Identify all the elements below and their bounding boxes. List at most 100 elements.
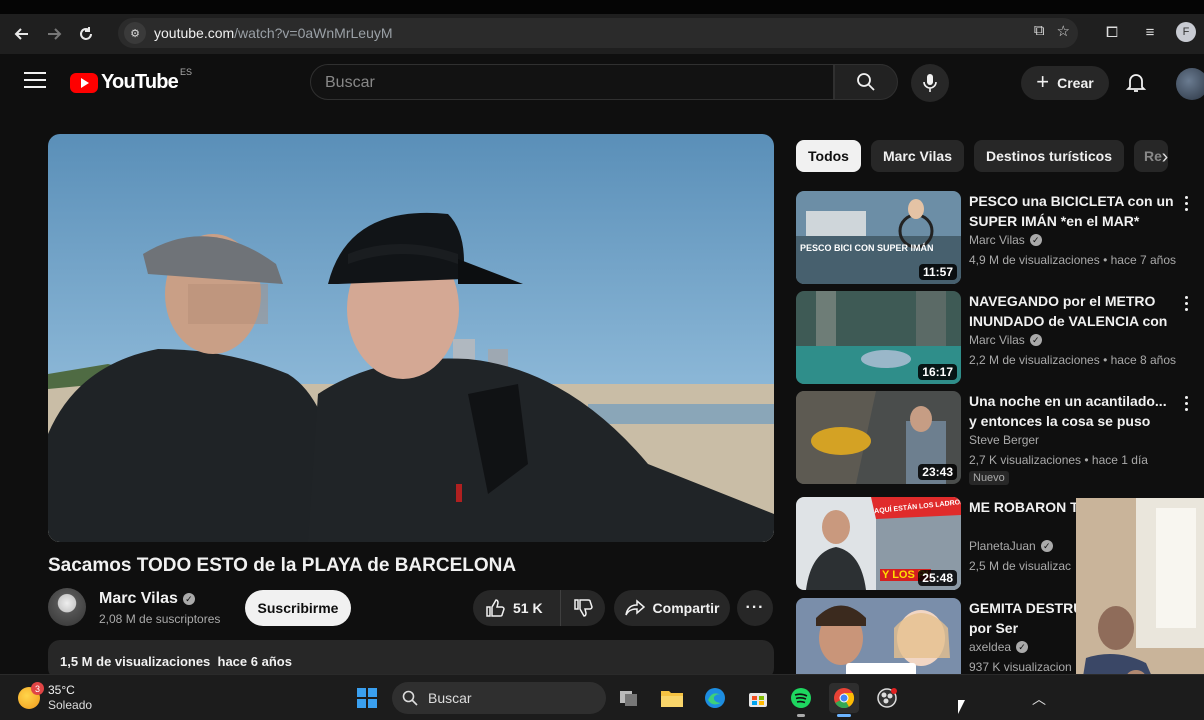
site-settings-icon[interactable]: ⚙	[124, 22, 146, 44]
rec-channel[interactable]: Marc Vilas ✓	[969, 233, 1042, 247]
url-path: /watch?v=0aWnMrLeuyM	[234, 25, 393, 41]
verified-check-icon: ✓	[1040, 540, 1053, 552]
weather-condition: Soleado	[48, 698, 93, 712]
browser-profile-avatar[interactable]: F	[1176, 22, 1196, 42]
task-view-icon[interactable]	[614, 683, 644, 713]
like-button[interactable]: 51 K	[473, 590, 561, 626]
create-label: Crear	[1057, 75, 1094, 91]
rec-channel-name: PlanetaJuan	[969, 539, 1036, 553]
forward-icon[interactable]	[38, 18, 70, 50]
channel-avatar[interactable]	[48, 588, 86, 626]
voice-search-button[interactable]	[911, 64, 949, 102]
search-icon	[857, 73, 875, 91]
video-thumbnail[interactable]: PESCO BICI CON SUPER IMÁN 11:57	[796, 191, 961, 284]
video-frame	[48, 134, 774, 542]
youtube-logo[interactable]: YouTube ES	[70, 67, 192, 94]
chevron-up-icon[interactable]: ︿	[1032, 689, 1046, 709]
taskbar-search-label: Buscar	[428, 690, 472, 706]
address-bar[interactable]: ⚙ youtube.com/watch?v=0aWnMrLeuyM ⧉ ☆	[118, 18, 1078, 48]
dislike-button[interactable]	[561, 590, 605, 626]
youtube-wordmark: YouTube	[101, 71, 179, 93]
cast-icon[interactable]: ⧉	[1034, 22, 1045, 40]
rec-title[interactable]: Una noche en un acantilado... y entonces…	[969, 391, 1175, 431]
url-text[interactable]: youtube.com/watch?v=0aWnMrLeuyM	[154, 25, 393, 41]
rec-meta: 2,5 M de visualizac	[969, 559, 1072, 573]
extensions-icon[interactable]: ⧠	[1100, 20, 1124, 44]
search-icon	[402, 690, 418, 706]
filter-chips: Todos Marc Vilas Destinos turísticos Re	[796, 140, 1169, 172]
rec-title[interactable]: NAVEGANDO por el METRO INUNDADO de VALEN…	[969, 291, 1175, 331]
back-icon[interactable]	[6, 18, 38, 50]
microsoft-store-icon[interactable]	[743, 683, 773, 713]
url-host: youtube.com	[154, 25, 235, 41]
chip-todos[interactable]: Todos	[796, 140, 861, 172]
kebab-menu-icon[interactable]	[1178, 393, 1194, 413]
rec-title[interactable]: PESCO una BICICLETA con un SUPER IMÁN *e…	[969, 191, 1175, 231]
menu-icon[interactable]	[24, 72, 46, 90]
video-thumbnail[interactable]: AQUÍ ESTÁN LOS LADRONES Y LOS P! 25:48	[796, 497, 961, 590]
create-button[interactable]: + Crear	[1021, 66, 1109, 100]
bookmark-star-icon[interactable]: ☆	[1057, 22, 1070, 40]
video-duration: 11:57	[918, 264, 957, 280]
rec-channel-name: Marc Vilas	[969, 333, 1025, 347]
media-controls-icon[interactable]: ≡	[1138, 20, 1162, 44]
microphone-icon	[923, 74, 937, 92]
notifications-bell-icon[interactable]	[1124, 70, 1148, 94]
like-count: 51 K	[513, 600, 543, 616]
edge-browser-icon[interactable]	[700, 683, 730, 713]
spotify-icon[interactable]	[786, 683, 816, 717]
chip-marc-vilas[interactable]: Marc Vilas	[870, 140, 964, 172]
kebab-menu-icon[interactable]	[1178, 193, 1194, 213]
running-indicator	[797, 714, 805, 717]
sun-icon: 3	[18, 682, 44, 709]
subscribe-button[interactable]: Suscribirme	[245, 590, 351, 626]
obs-recording-icon[interactable]	[872, 683, 902, 713]
channel-name-text: Marc Vilas	[99, 590, 178, 607]
kebab-menu-icon[interactable]	[1178, 293, 1194, 313]
chip-destinos-turisticos[interactable]: Destinos turísticos	[973, 140, 1125, 172]
subscriber-count: 2,08 M de suscriptores	[99, 612, 221, 626]
video-player[interactable]	[48, 134, 774, 542]
account-avatar[interactable]	[1176, 68, 1204, 100]
reload-icon[interactable]	[70, 18, 102, 50]
weather-widget[interactable]: 3 35°C Soleado	[18, 682, 93, 713]
video-thumbnail[interactable]: 16:17	[796, 291, 961, 384]
recommendation-item[interactable]: 16:17 NAVEGANDO por el METRO INUNDADO de…	[796, 291, 1204, 385]
file-explorer-icon[interactable]	[657, 683, 687, 713]
like-dislike-group: 51 K	[473, 590, 605, 626]
windows-start-icon[interactable]	[352, 683, 382, 713]
browser-tabstrip	[0, 0, 1204, 14]
recommendation-item[interactable]: PESCO BICI CON SUPER IMÁN 11:57 PESCO un…	[796, 191, 1204, 285]
search-button[interactable]	[834, 64, 898, 100]
chevron-right-icon[interactable]: ›	[1152, 144, 1178, 170]
search-input[interactable]: Buscar	[310, 64, 834, 100]
thumbs-down-icon	[574, 599, 593, 617]
verified-check-icon: ✓	[1029, 234, 1042, 246]
video-thumbnail[interactable]: 23:43	[796, 391, 961, 484]
active-indicator	[837, 714, 851, 717]
thumbs-up-icon	[486, 599, 505, 617]
rec-meta: 937 K visualizacion	[969, 660, 1072, 674]
rec-channel[interactable]: Marc Vilas ✓	[969, 333, 1042, 347]
channel-name[interactable]: Marc Vilas ✓	[99, 590, 195, 608]
notification-badge: 3	[31, 682, 44, 695]
video-duration: 16:17	[918, 364, 957, 380]
recommendation-item[interactable]: 23:43 Una noche en un acantilado... y en…	[796, 391, 1204, 485]
verified-check-icon: ✓	[1029, 334, 1042, 346]
taskbar-search[interactable]: Buscar	[392, 682, 606, 714]
rec-channel[interactable]: Steve Berger	[969, 433, 1039, 447]
browser-toolbar: ⚙ youtube.com/watch?v=0aWnMrLeuyM ⧉ ☆ ⧠ …	[0, 14, 1204, 54]
mouse-cursor	[958, 700, 972, 714]
rec-channel[interactable]: axeldea ✓	[969, 640, 1029, 654]
verified-check-icon: ✓	[1016, 641, 1029, 653]
more-actions-button[interactable]: ···	[737, 590, 773, 626]
region-code: ES	[179, 67, 192, 77]
thumb-caption: PESCO BICI CON SUPER IMÁN	[800, 243, 934, 253]
plus-icon: +	[1036, 68, 1050, 94]
share-button[interactable]: Compartir	[614, 590, 730, 626]
view-stats: 1,5 M de visualizaciones hace 6 años	[60, 654, 292, 669]
rec-channel[interactable]: PlanetaJuan ✓	[969, 539, 1053, 553]
chrome-icon[interactable]	[829, 683, 859, 717]
video-title: Sacamos TODO ESTO de la PLAYA de BARCELO…	[48, 555, 517, 576]
rec-meta: 2,2 M de visualizaciones • hace 8 años	[969, 353, 1176, 367]
